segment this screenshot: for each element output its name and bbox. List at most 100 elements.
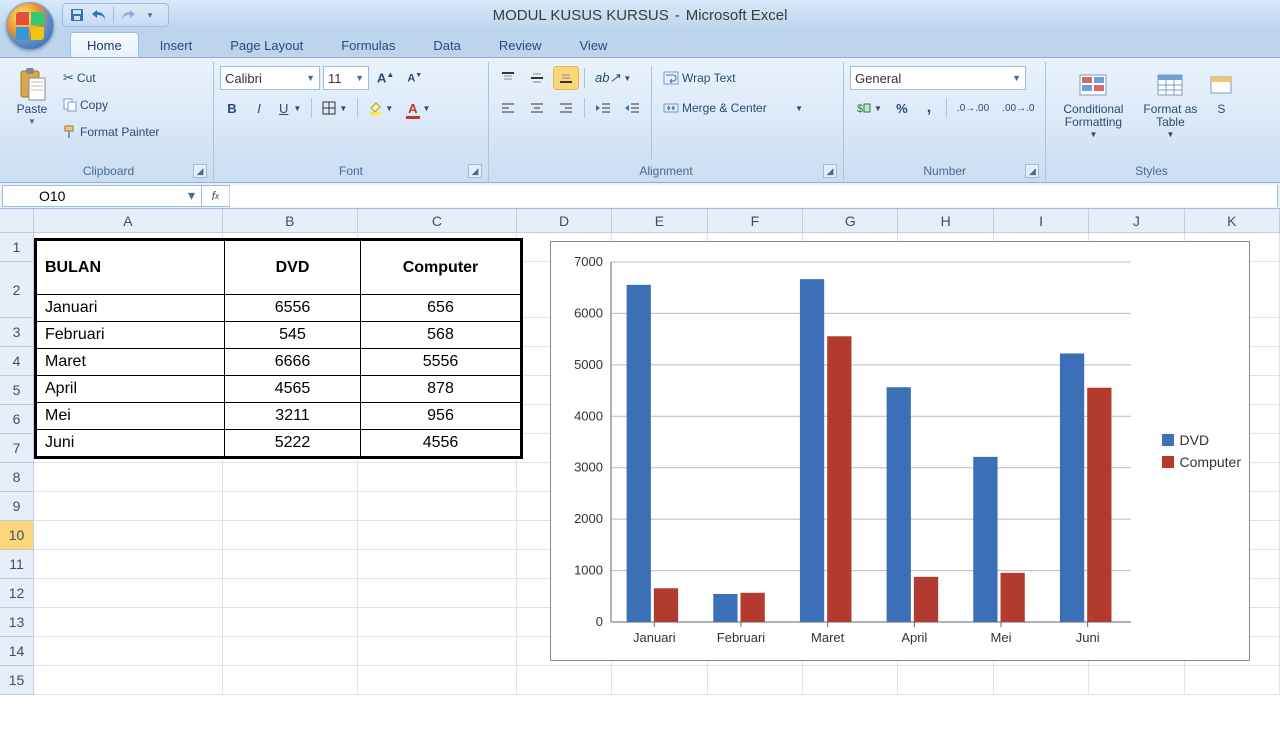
decrease-indent-icon [595,102,611,114]
orientation-button[interactable]: ab↗▼ [590,66,636,90]
tab-home[interactable]: Home [70,32,139,57]
col-header-G[interactable]: G [803,209,898,232]
grow-font-button[interactable]: A▲ [372,66,399,90]
col-header-A[interactable]: A [34,209,223,232]
svg-text:3000: 3000 [574,460,603,475]
select-all-corner[interactable] [0,209,34,233]
number-format-combo[interactable]: General▼ [850,66,1026,90]
row-header-3[interactable]: 3 [0,318,33,347]
row-header-13[interactable]: 13 [0,608,33,637]
ribbon: Paste ▼ ✂ Cut Copy Form [0,58,1280,183]
row-header-9[interactable]: 9 [0,492,33,521]
fill-color-button[interactable]: ▼ [363,96,398,120]
chevron-down-icon: ▼ [355,73,364,83]
clipboard-launcher[interactable]: ◢ [193,164,207,178]
tab-data[interactable]: Data [416,32,477,57]
worksheet[interactable]: ABCDEFGHIJK 123456789101112131415 BULAND… [0,209,1280,752]
copy-button[interactable]: Copy [58,93,188,117]
col-header-D[interactable]: D [517,209,612,232]
row-header-10[interactable]: 10 [0,521,33,550]
font-name-combo[interactable]: Calibri▼ [220,66,320,90]
bar-chart: 01000200030004000500060007000JanuariFebr… [551,242,1141,662]
alignment-launcher[interactable]: ◢ [823,164,837,178]
legend-item: DVD [1162,432,1241,448]
row-header-11[interactable]: 11 [0,550,33,579]
office-button[interactable] [6,2,54,50]
font-color-button[interactable]: A ▼ [401,96,435,120]
italic-button[interactable]: I [247,96,271,120]
chevron-down-icon: ▼ [293,104,301,113]
percent-button[interactable]: % [890,96,914,120]
bold-button[interactable]: B [220,96,244,120]
font-launcher[interactable]: ◢ [468,164,482,178]
col-header-C[interactable]: C [358,209,517,232]
row-header-15[interactable]: 15 [0,666,33,695]
embedded-chart[interactable]: 01000200030004000500060007000JanuariFebr… [550,241,1250,661]
col-header-B[interactable]: B [223,209,358,232]
format-as-table-button[interactable]: Format as Table▼ [1138,64,1202,145]
row-header-4[interactable]: 4 [0,347,33,376]
name-box[interactable]: O10 ▾ [2,185,202,207]
conditional-formatting-button[interactable]: Conditional Formatting▼ [1052,64,1134,145]
font-size-combo[interactable]: 11▼ [323,66,369,90]
tab-view[interactable]: View [563,32,625,57]
save-icon[interactable] [69,7,85,23]
fx-button[interactable]: fx [202,186,230,206]
cut-button[interactable]: ✂ Cut [58,66,188,90]
decrease-indent-button[interactable] [590,96,616,120]
qat-customize-icon[interactable]: ▾ [142,7,158,23]
col-header-H[interactable]: H [898,209,993,232]
row-header-6[interactable]: 6 [0,405,33,434]
chevron-down-icon: ▼ [28,118,36,127]
align-center-button[interactable] [524,96,550,120]
formula-input[interactable] [230,185,1277,207]
tab-insert[interactable]: Insert [143,32,210,57]
align-right-button[interactable] [553,96,579,120]
col-header-I[interactable]: I [994,209,1089,232]
svg-text:2000: 2000 [574,511,603,526]
formula-bar: O10 ▾ fx [0,183,1280,209]
cell-styles-button[interactable]: S [1206,64,1236,121]
align-bottom-button[interactable] [553,66,579,90]
scissors-icon: ✂ [63,70,74,86]
svg-text:5000: 5000 [574,357,603,372]
tab-formulas[interactable]: Formulas [324,32,412,57]
merge-center-button[interactable]: Merge & Center ▼ [658,96,808,120]
align-top-button[interactable] [495,66,521,90]
redo-icon[interactable] [120,7,136,23]
align-bottom-icon [558,71,574,85]
col-header-J[interactable]: J [1089,209,1184,232]
comma-button[interactable]: , [917,96,941,120]
format-painter-button[interactable]: Format Painter [58,120,188,144]
row-header-7[interactable]: 7 [0,434,33,463]
accounting-format-button[interactable]: $▼ [850,96,887,120]
row-header-5[interactable]: 5 [0,376,33,405]
col-header-F[interactable]: F [708,209,803,232]
tab-review[interactable]: Review [482,32,559,57]
column-headers[interactable]: ABCDEFGHIJK [34,209,1280,233]
row-header-1[interactable]: 1 [0,233,33,262]
row-header-2[interactable]: 2 [0,262,33,318]
paste-button[interactable]: Paste ▼ [10,64,54,132]
col-header-K[interactable]: K [1185,209,1280,232]
col-header-E[interactable]: E [612,209,707,232]
tab-page-layout[interactable]: Page Layout [213,32,320,57]
align-left-button[interactable] [495,96,521,120]
window-title: MODUL KUSUS KURSUS - Microsoft Excel [493,7,788,24]
row-header-14[interactable]: 14 [0,637,33,666]
undo-icon[interactable] [91,7,107,23]
align-middle-button[interactable] [524,66,550,90]
increase-decimal-button[interactable]: .0→.00 [952,96,994,120]
shrink-font-button[interactable]: A▼ [402,66,427,90]
wrap-text-button[interactable]: Wrap Text [658,66,808,90]
row-header-12[interactable]: 12 [0,579,33,608]
decrease-decimal-button[interactable]: .00→.0 [997,96,1039,120]
svg-text:Maret: Maret [811,630,845,645]
number-launcher[interactable]: ◢ [1025,164,1039,178]
borders-button[interactable]: ▼ [317,96,352,120]
row-header-8[interactable]: 8 [0,463,33,492]
row-headers[interactable]: 123456789101112131415 [0,233,34,695]
underline-button[interactable]: U▼ [274,96,306,120]
chevron-down-icon: ▼ [795,104,803,113]
increase-indent-button[interactable] [619,96,645,120]
